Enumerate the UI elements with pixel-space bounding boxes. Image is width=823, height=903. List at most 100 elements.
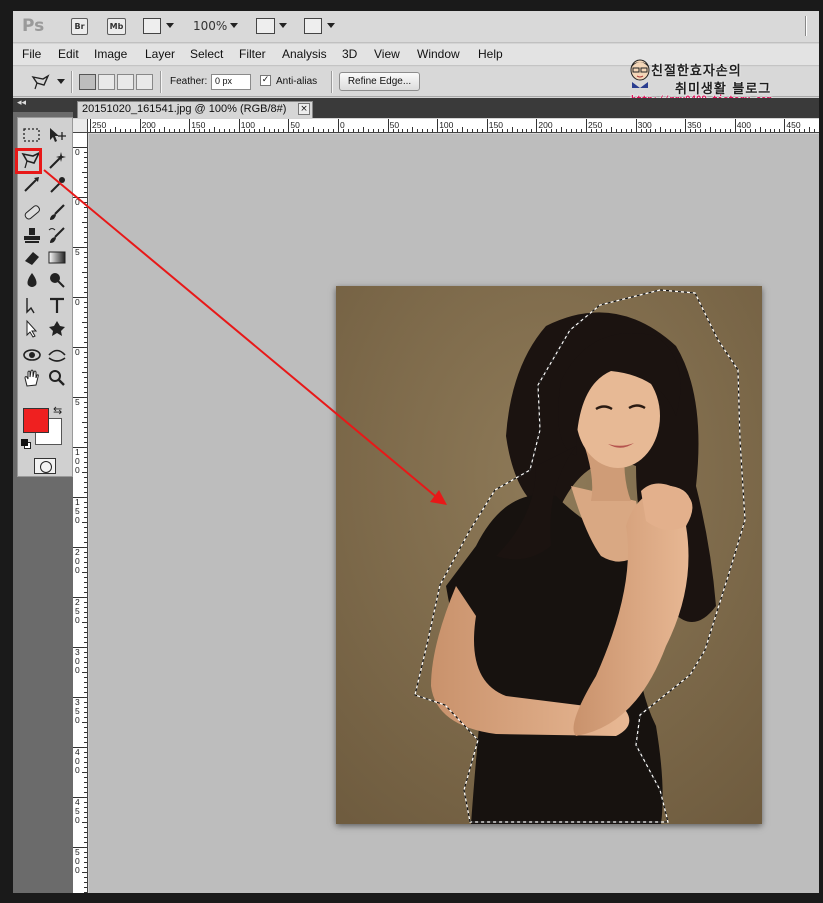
menu-analysis[interactable]: Analysis [282,47,327,61]
ruler-h-minor-tick [318,129,320,132]
ruler-h-minor-tick [352,129,354,132]
ruler-h-minor-tick [506,129,508,132]
collapse-icon[interactable]: ◂◂ [17,98,26,108]
ruler-v-minor-tick [84,767,87,768]
hand-icon [24,369,39,387]
ruler-v-minor-tick [84,282,87,283]
zoom-tool[interactable] [46,368,68,389]
panel-grip[interactable] [805,16,807,36]
intersect-selection-button[interactable] [136,74,153,90]
screen-mode-icon[interactable] [304,18,322,34]
hand-tool[interactable] [21,368,43,389]
arrange-dropdown-icon[interactable] [279,23,287,28]
ruler-v-minor-tick [84,792,87,793]
rectangular-marquee-tool[interactable] [21,125,43,146]
ruler-v-tick [73,247,87,248]
quick-mask-button[interactable] [34,458,56,474]
ruler-h-minor-tick [407,129,409,132]
water-drop-icon [27,273,37,287]
feather-input[interactable]: 0 px [211,74,251,90]
ruler-v-minor-tick [84,662,87,663]
options-separator [331,71,333,93]
clone-stamp-tool[interactable] [21,225,43,246]
ruler-h-minor-tick [571,129,573,132]
new-selection-button[interactable] [79,74,96,90]
refine-edge-button[interactable]: Refine Edge... [339,72,420,91]
ruler-h-minor-tick [526,129,528,132]
tool-preset-dropdown-icon[interactable] [57,79,65,84]
launch-bridge-button[interactable]: Br [71,18,88,35]
quick-selection-tool[interactable] [46,150,68,171]
gradient-icon [48,251,66,264]
menu-filter[interactable]: Filter [239,47,266,61]
ruler-v-minor-tick [84,557,87,558]
menu-layer[interactable]: Layer [145,47,175,61]
zoom-dropdown-icon[interactable] [230,23,238,28]
horizontal-ruler[interactable]: 250 200 150 100 50 0 50 100 150 200 250 300 350 400 45… [88,119,819,133]
selected-tool-highlight [15,148,42,174]
dodge-tool[interactable] [46,270,68,291]
menu-edit[interactable]: Edit [58,47,79,61]
menu-image[interactable]: Image [94,47,127,61]
history-brush-tool[interactable] [46,225,68,246]
ruler-h-minor-tick [159,129,161,132]
foreground-color-swatch[interactable] [23,408,49,433]
menu-select[interactable]: Select [190,47,223,61]
launch-mini-bridge-button[interactable]: Mb [107,18,126,35]
3d-rotate-tool[interactable] [21,344,43,365]
ruler-h-minor-tick [714,129,716,132]
brush-tool[interactable] [46,202,68,223]
default-colors-icon[interactable] [21,439,31,449]
ruler-v-minor-tick [84,862,87,863]
menu-file[interactable]: File [22,47,41,61]
view-extras-dropdown-icon[interactable] [166,23,174,28]
crop-tool[interactable] [21,174,43,195]
ruler-v-minor-tick [84,707,87,708]
ruler-v-minor-tick [82,572,87,573]
ruler-v-tick [73,497,87,498]
ruler-h-minor-tick [199,129,201,132]
custom-shape-tool[interactable] [46,318,68,339]
menu-help[interactable]: Help [478,47,503,61]
path-selection-tool[interactable] [21,295,43,316]
ruler-v-minor-tick [84,737,87,738]
blur-tool[interactable] [21,270,43,291]
subtract-from-selection-button[interactable] [117,74,134,90]
ruler-v-minor-tick [82,172,87,173]
close-document-icon[interactable]: × [298,103,310,115]
zoom-level[interactable]: 100% [193,19,227,33]
eraser-tool[interactable] [21,247,43,268]
swap-colors-icon[interactable]: ⇆ [53,404,62,417]
menu-view[interactable]: View [374,47,400,61]
document-canvas[interactable] [89,134,819,893]
ruler-v-minor-tick [82,222,87,223]
screen-mode-dropdown-icon[interactable] [327,23,335,28]
antialias-checkbox[interactable]: ✓ [260,75,271,86]
menu-window[interactable]: Window [417,47,460,61]
eyedropper-tool[interactable] [46,174,68,195]
ruler-origin[interactable] [73,119,88,133]
vertical-ruler[interactable]: 0 0 5 0 0 5 1 0 0 1 5 0 2 0 0 2 5 0 3 0 0 3 5 0 4 0 … [73,133,88,893]
ruler-v-minor-tick [82,622,87,623]
spot-healing-brush-tool[interactable] [21,202,43,223]
gradient-tool[interactable] [46,247,68,268]
ruler-h-minor-tick [605,129,607,132]
add-to-selection-button[interactable] [98,74,115,90]
tools-panel-header[interactable]: ◂◂ [13,98,73,112]
ruler-v-minor-tick [82,872,87,873]
document-tab[interactable]: 20151020_161541.jpg @ 100% (RGB/8#) × [77,101,313,118]
ruler-h-minor-tick [278,129,280,132]
ruler-h-minor-tick [600,129,602,132]
ruler-v-minor-tick [84,287,87,288]
type-tool[interactable] [46,295,68,316]
tool-preset-picker[interactable] [31,74,51,91]
ruler-h-minor-tick [615,129,617,132]
ruler-v-label: 0 [75,347,80,357]
menu-3d[interactable]: 3D [342,47,357,61]
direct-selection-tool[interactable] [21,318,43,339]
arrange-documents-icon[interactable] [256,18,275,34]
ruler-h-tick [189,119,191,132]
view-extras-icon[interactable] [143,18,161,34]
move-tool[interactable] [46,125,68,146]
3d-orbit-tool[interactable] [46,344,68,365]
